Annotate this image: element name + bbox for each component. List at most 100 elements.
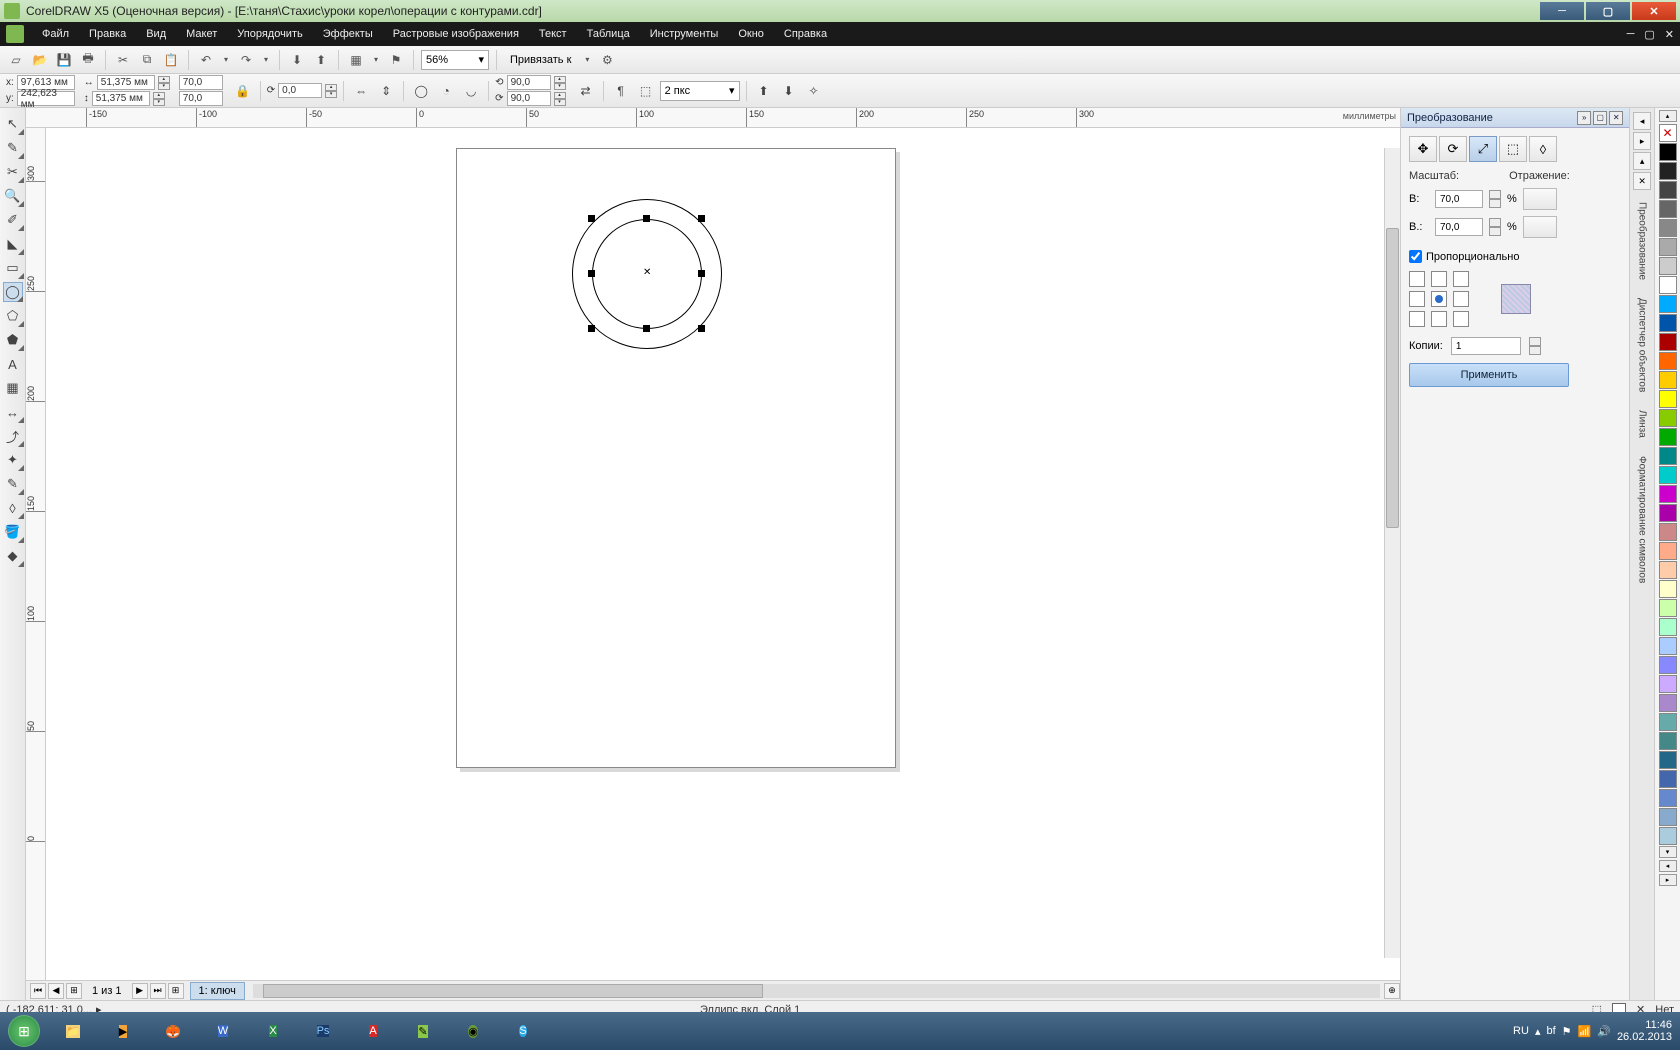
to-back-icon[interactable]: ⬇ (778, 80, 800, 102)
color-swatch[interactable] (1659, 485, 1677, 503)
scale-h-spinner[interactable] (1489, 190, 1501, 208)
start-button[interactable]: ⊞ (0, 1012, 48, 1050)
vtab-objmgr[interactable]: Диспетчер объектов (1637, 292, 1648, 398)
size-h[interactable]: 51,375 мм (92, 91, 150, 106)
convert-curves-icon[interactable]: ✧ (803, 80, 825, 102)
color-swatch[interactable] (1659, 409, 1677, 427)
anchor-center[interactable] (1431, 291, 1447, 307)
selection-handle[interactable] (698, 270, 705, 277)
color-swatch[interactable] (1659, 276, 1677, 294)
tb-firefox[interactable]: 🦊 (149, 1015, 197, 1047)
dtab-nav[interactable]: ◂ (1633, 112, 1651, 130)
color-swatch[interactable] (1659, 257, 1677, 275)
transform-scale[interactable]: ⤢ (1469, 136, 1497, 162)
redo-dropdown[interactable]: ▾ (260, 55, 272, 64)
mdi-restore[interactable]: ▢ (1644, 28, 1654, 41)
mirror-h-icon[interactable]: ⇔ (350, 80, 372, 102)
palette-right[interactable]: ▸ (1659, 874, 1677, 886)
color-swatch[interactable] (1659, 162, 1677, 180)
mdi-minimize[interactable]: ─ (1627, 28, 1635, 41)
palette-up[interactable]: ▴ (1659, 110, 1677, 122)
selection-handle[interactable] (698, 215, 705, 222)
color-swatch[interactable] (1659, 390, 1677, 408)
color-swatch[interactable] (1659, 181, 1677, 199)
print-icon[interactable]: 🖶 (78, 50, 98, 70)
lock-ratio-icon[interactable]: 🔒 (232, 80, 254, 102)
angle2[interactable]: 90,0 (507, 91, 551, 106)
dimension-tool[interactable]: ↔ (3, 402, 23, 422)
menu-effects[interactable]: Эффекты (313, 28, 383, 40)
tray-network-icon[interactable]: 📶 (1578, 1025, 1592, 1038)
smart-fill-tool[interactable]: ◣ (3, 234, 23, 254)
redo-icon[interactable]: ↷ (236, 50, 256, 70)
transform-size[interactable]: ⬚ (1499, 136, 1527, 162)
selection-handle[interactable] (588, 325, 595, 332)
minimize-button[interactable]: ─ (1540, 2, 1584, 20)
selection-handle[interactable] (643, 215, 650, 222)
color-swatch[interactable] (1659, 200, 1677, 218)
size-w[interactable]: 51,375 мм (97, 75, 155, 90)
vertical-scrollbar[interactable] (1384, 148, 1400, 958)
arc-icon[interactable]: ◡ (460, 80, 482, 102)
copies-input[interactable] (1451, 337, 1521, 355)
tray-lang[interactable]: RU (1513, 1025, 1529, 1037)
mdi-close[interactable]: ✕ (1665, 28, 1674, 41)
color-swatch[interactable] (1659, 827, 1677, 845)
table-tool[interactable]: ▦ (3, 378, 23, 398)
menu-text[interactable]: Текст (529, 28, 577, 40)
interactive-tool[interactable]: ✦ (3, 450, 23, 470)
mirror-v-button[interactable] (1523, 216, 1557, 238)
color-swatch[interactable] (1659, 238, 1677, 256)
color-swatch[interactable] (1659, 314, 1677, 332)
menu-tools[interactable]: Инструменты (640, 28, 729, 40)
color-swatch[interactable] (1659, 371, 1677, 389)
polygon-tool[interactable]: ⬠ (3, 306, 23, 326)
color-swatch[interactable] (1659, 599, 1677, 617)
color-swatch[interactable] (1659, 675, 1677, 693)
color-swatch[interactable] (1659, 694, 1677, 712)
dtab-nav[interactable]: ▸ (1633, 132, 1651, 150)
to-front-icon[interactable]: ⬆ (753, 80, 775, 102)
scale-h-input[interactable] (1435, 190, 1483, 208)
color-swatch[interactable] (1659, 732, 1677, 750)
vtab-charformat[interactable]: Форматирование символов (1637, 450, 1648, 589)
color-swatch[interactable] (1659, 751, 1677, 769)
tb-acrobat[interactable]: A (349, 1015, 397, 1047)
menu-file[interactable]: Файл (32, 28, 79, 40)
angle1[interactable]: 90,0 (507, 75, 551, 90)
color-swatch[interactable] (1659, 143, 1677, 161)
freehand-tool[interactable]: ✐ (3, 210, 23, 230)
tray-up-icon[interactable]: ▴ (1535, 1025, 1541, 1038)
pick-tool[interactable]: ↖ (3, 114, 23, 134)
apply-button[interactable]: Применить (1409, 363, 1569, 387)
tb-skype[interactable]: S (499, 1015, 547, 1047)
selection-handle[interactable] (588, 215, 595, 222)
save-icon[interactable]: 💾 (54, 50, 74, 70)
cut-icon[interactable]: ✂ (113, 50, 133, 70)
palette-left[interactable]: ◂ (1659, 860, 1677, 872)
menu-view[interactable]: Вид (136, 28, 176, 40)
maximize-button[interactable]: ▢ (1586, 2, 1630, 20)
page-prev[interactable]: ◀ (48, 983, 64, 999)
transform-skew[interactable]: ◊ (1529, 136, 1557, 162)
color-swatch[interactable] (1659, 466, 1677, 484)
scale-y[interactable]: 70,0 (179, 91, 223, 106)
horizontal-scrollbar[interactable] (253, 984, 1380, 998)
copy-icon[interactable]: ⧉ (137, 50, 157, 70)
pos-y[interactable]: 242,623 мм (17, 91, 75, 106)
color-swatch[interactable] (1659, 352, 1677, 370)
scale-x[interactable]: 70,0 (179, 75, 223, 90)
color-swatch[interactable] (1659, 333, 1677, 351)
menu-table[interactable]: Таблица (577, 28, 640, 40)
color-swatch[interactable] (1659, 523, 1677, 541)
menu-edit[interactable]: Правка (79, 28, 136, 40)
tb-coreldraw[interactable]: ✎ (399, 1015, 447, 1047)
outline-width[interactable]: 2 пкс▾ (660, 81, 740, 101)
app-launcher-icon[interactable]: ▦ (346, 50, 366, 70)
selection-handle[interactable] (588, 270, 595, 277)
connector-tool[interactable]: ⤴ (3, 426, 23, 446)
tray-clock[interactable]: 11:46 26.02.2013 (1617, 1019, 1672, 1043)
page-tab[interactable]: 1: ключ (190, 982, 245, 1000)
color-swatch[interactable] (1659, 580, 1677, 598)
color-swatch[interactable] (1659, 428, 1677, 446)
